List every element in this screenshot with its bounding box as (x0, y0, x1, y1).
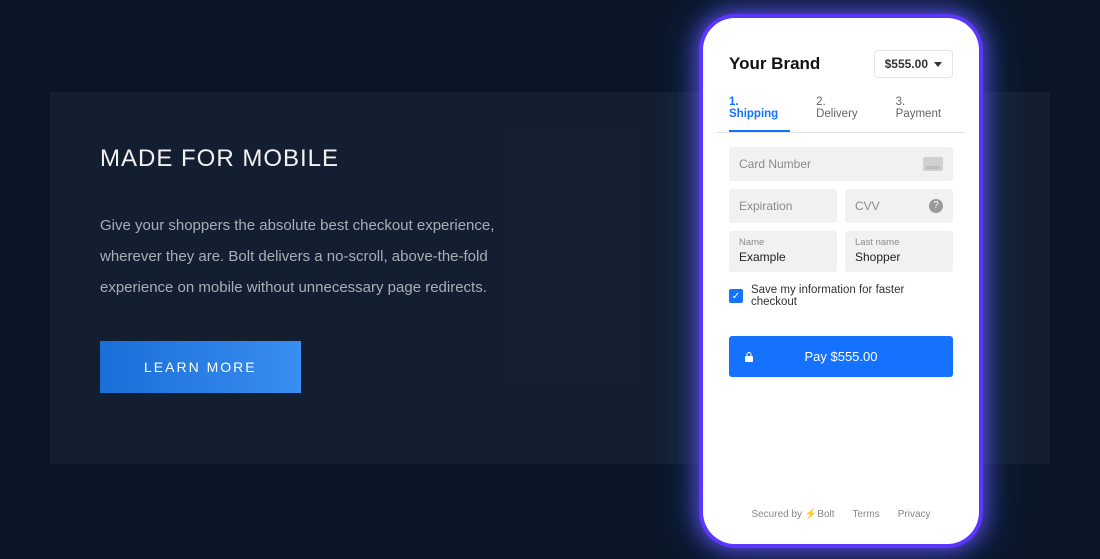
help-icon[interactable]: ? (929, 199, 943, 213)
card-number-placeholder: Card Number (739, 157, 811, 171)
cvv-placeholder: CVV (855, 199, 880, 213)
save-info-label: Save my information for faster checkout (751, 284, 953, 308)
amount-dropdown[interactable]: $555.00 (874, 50, 953, 78)
save-info-row: ✓ Save my information for faster checkou… (729, 272, 953, 308)
lastname-value: Shopper (855, 250, 943, 264)
expiration-field[interactable]: Expiration (729, 189, 837, 223)
brand-label: Your Brand (729, 54, 820, 74)
chevron-down-icon (934, 62, 942, 67)
checkout-header: Your Brand $555.00 (717, 32, 965, 88)
pay-button-label: Pay $555.00 (804, 349, 877, 364)
expiration-placeholder: Expiration (739, 199, 792, 213)
heading: MADE FOR MOBILE (100, 145, 530, 173)
marketing-copy: MADE FOR MOBILE Give your shoppers the a… (100, 145, 530, 393)
secured-by-label: Secured by ⚡Bolt (751, 509, 834, 520)
privacy-link[interactable]: Privacy (898, 509, 931, 520)
payment-form: Card Number Expiration CVV ? Name Exampl… (717, 133, 965, 377)
tab-shipping[interactable]: 1. Shipping (729, 88, 790, 132)
lastname-field[interactable]: Last name Shopper (845, 231, 953, 272)
lastname-label: Last name (855, 237, 943, 248)
amount-value: $555.00 (885, 57, 928, 71)
name-label: Name (739, 237, 827, 248)
save-info-checkbox[interactable]: ✓ (729, 289, 743, 303)
checkout-tabs: 1. Shipping 2. Delivery 3. Payment (717, 88, 965, 133)
tab-delivery[interactable]: 2. Delivery (816, 88, 870, 132)
body-text: Give your shoppers the absolute best che… (100, 211, 530, 303)
phone-frame: Your Brand $555.00 1. Shipping 2. Delive… (703, 18, 979, 544)
checkout-footer: Secured by ⚡Bolt Terms Privacy (717, 509, 965, 520)
lock-icon (743, 351, 755, 363)
phone-screen: Your Brand $555.00 1. Shipping 2. Delive… (717, 32, 965, 530)
card-number-field[interactable]: Card Number (729, 147, 953, 181)
cvv-field[interactable]: CVV ? (845, 189, 953, 223)
name-field[interactable]: Name Example (729, 231, 837, 272)
learn-more-button[interactable]: LEARN MORE (100, 341, 301, 393)
terms-link[interactable]: Terms (853, 509, 880, 520)
credit-card-icon (923, 157, 943, 171)
pay-button[interactable]: Pay $555.00 (729, 336, 953, 377)
tab-payment[interactable]: 3. Payment (896, 88, 953, 132)
name-value: Example (739, 250, 827, 264)
